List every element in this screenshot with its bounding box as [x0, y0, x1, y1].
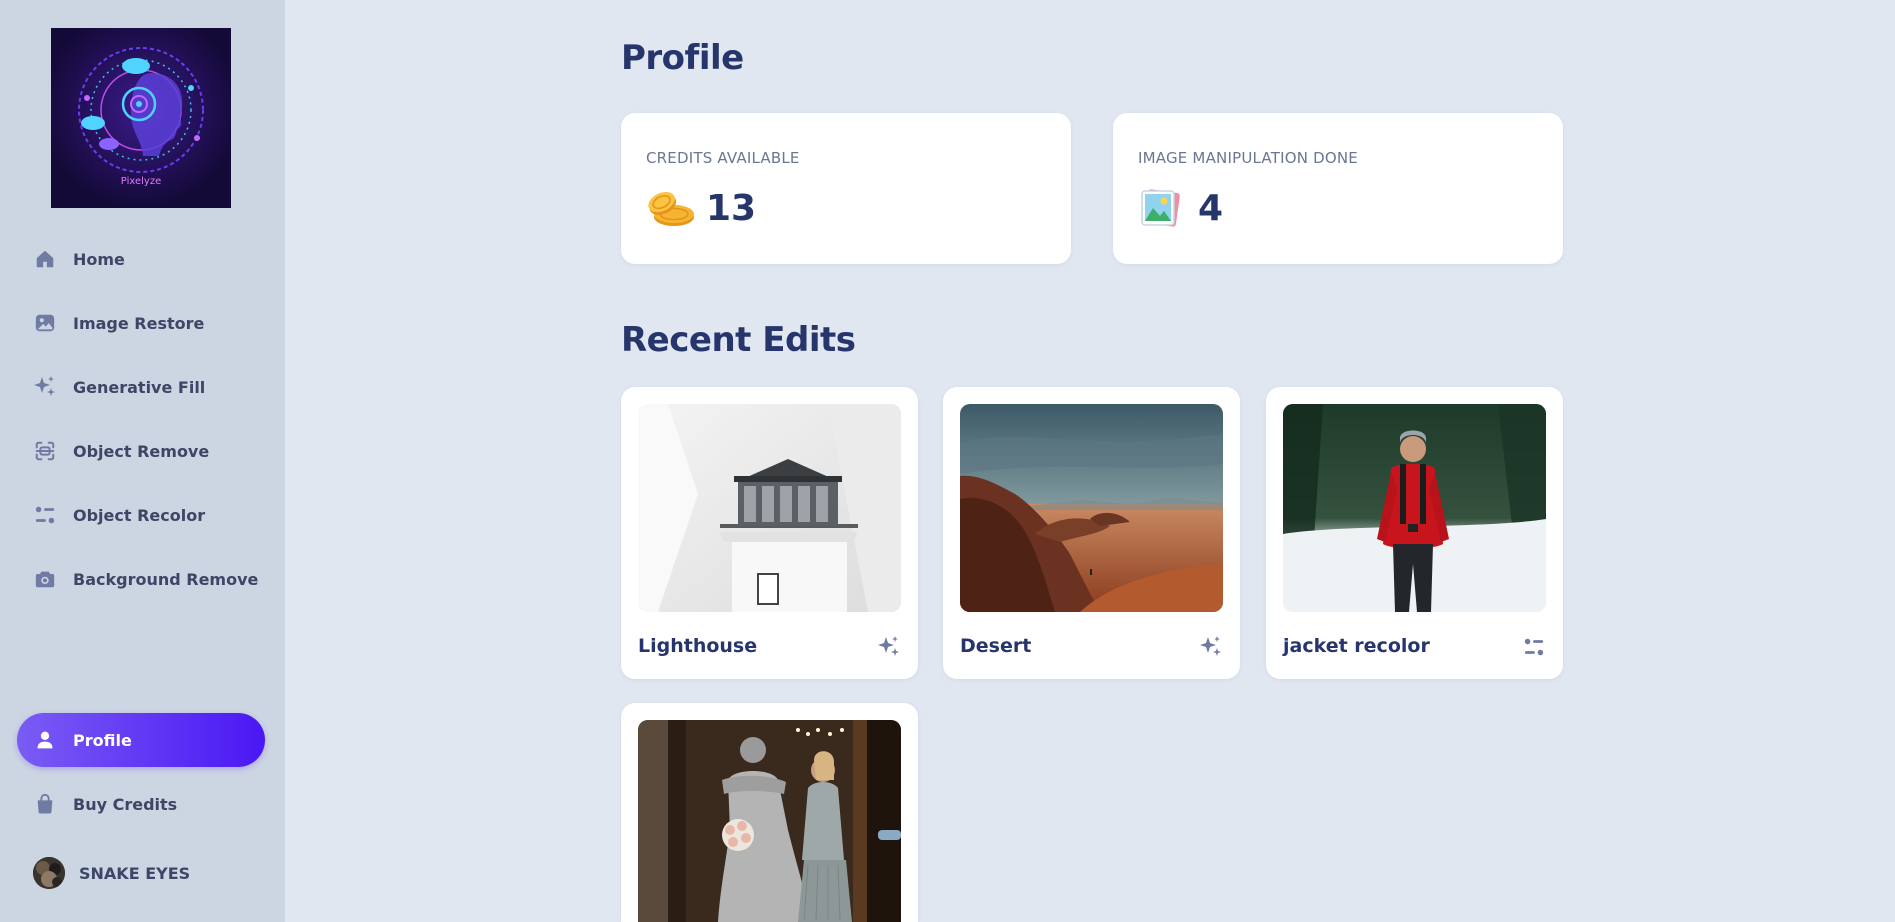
manipulations-card: IMAGE MANIPULATION DONE 4: [1113, 113, 1563, 264]
edit-thumbnail: [960, 404, 1223, 612]
coins-icon: [646, 185, 696, 231]
sparkles-icon: [1198, 634, 1224, 660]
photo-icon: [1138, 185, 1188, 231]
app-logo[interactable]: Pixelyze: [51, 28, 231, 208]
nav-label: Object Remove: [73, 441, 210, 461]
nav-item-generative-fill[interactable]: Generative Fill: [17, 360, 265, 414]
nav-item-object-remove[interactable]: Object Remove: [17, 424, 265, 478]
edit-title: Desert: [960, 635, 1032, 657]
sliders-icon: [1521, 634, 1547, 660]
recent-edit-card-lighthouse[interactable]: Lighthouse: [621, 387, 918, 679]
edit-title: Lighthouse: [638, 635, 758, 657]
edit-thumbnail: [638, 404, 901, 612]
recent-edits-title: Recent Edits: [621, 320, 856, 360]
user-name: SNAKE EYES: [79, 863, 191, 883]
manipulations-value: 4: [1198, 187, 1224, 229]
nav-item-buy-credits[interactable]: Buy Credits: [17, 777, 265, 831]
user-icon: [33, 728, 57, 752]
nav-label: Background Remove: [73, 569, 259, 589]
nav-label: Home: [73, 249, 125, 269]
page-title: Profile: [621, 38, 744, 78]
nav-item-home[interactable]: Home: [17, 232, 265, 286]
recent-edit-card-wedding[interactable]: [621, 703, 918, 922]
credits-value: 13: [706, 187, 757, 229]
credits-card: CREDITS AVAILABLE 13: [621, 113, 1071, 264]
nav-item-background-remove[interactable]: Background Remove: [17, 552, 265, 606]
nav-label: Profile: [73, 730, 132, 750]
svg-text:Pixelyze: Pixelyze: [121, 176, 161, 187]
sparkles-icon: [33, 375, 57, 399]
edit-thumbnail: [1283, 404, 1546, 612]
nav-item-profile[interactable]: Profile: [17, 713, 265, 767]
sidebar: Pixelyze Home Image Restore Generative F…: [0, 0, 285, 922]
camera-icon: [33, 567, 57, 591]
recent-edit-card-desert[interactable]: Desert: [943, 387, 1240, 679]
nav-label: Image Restore: [73, 313, 205, 333]
stat-label: IMAGE MANIPULATION DONE: [1138, 149, 1358, 167]
nav-item-object-recolor[interactable]: Object Recolor: [17, 488, 265, 542]
edit-thumbnail: [638, 720, 901, 922]
edit-title: jacket recolor: [1283, 635, 1430, 657]
sparkles-icon: [876, 634, 902, 660]
nav-label: Generative Fill: [73, 377, 206, 397]
nav-item-image-restore[interactable]: Image Restore: [17, 296, 265, 350]
recent-edit-card-jacket-recolor[interactable]: jacket recolor: [1266, 387, 1563, 679]
user-profile-link[interactable]: SNAKE EYES: [17, 856, 265, 890]
nav-label: Buy Credits: [73, 794, 178, 814]
home-icon: [33, 247, 57, 271]
scan-icon: [33, 439, 57, 463]
shopping-bag-icon: [33, 792, 57, 816]
nav-label: Object Recolor: [73, 505, 206, 525]
sliders-icon: [33, 503, 57, 527]
stat-label: CREDITS AVAILABLE: [646, 149, 800, 167]
avatar: [33, 857, 65, 889]
image-icon: [33, 311, 57, 335]
